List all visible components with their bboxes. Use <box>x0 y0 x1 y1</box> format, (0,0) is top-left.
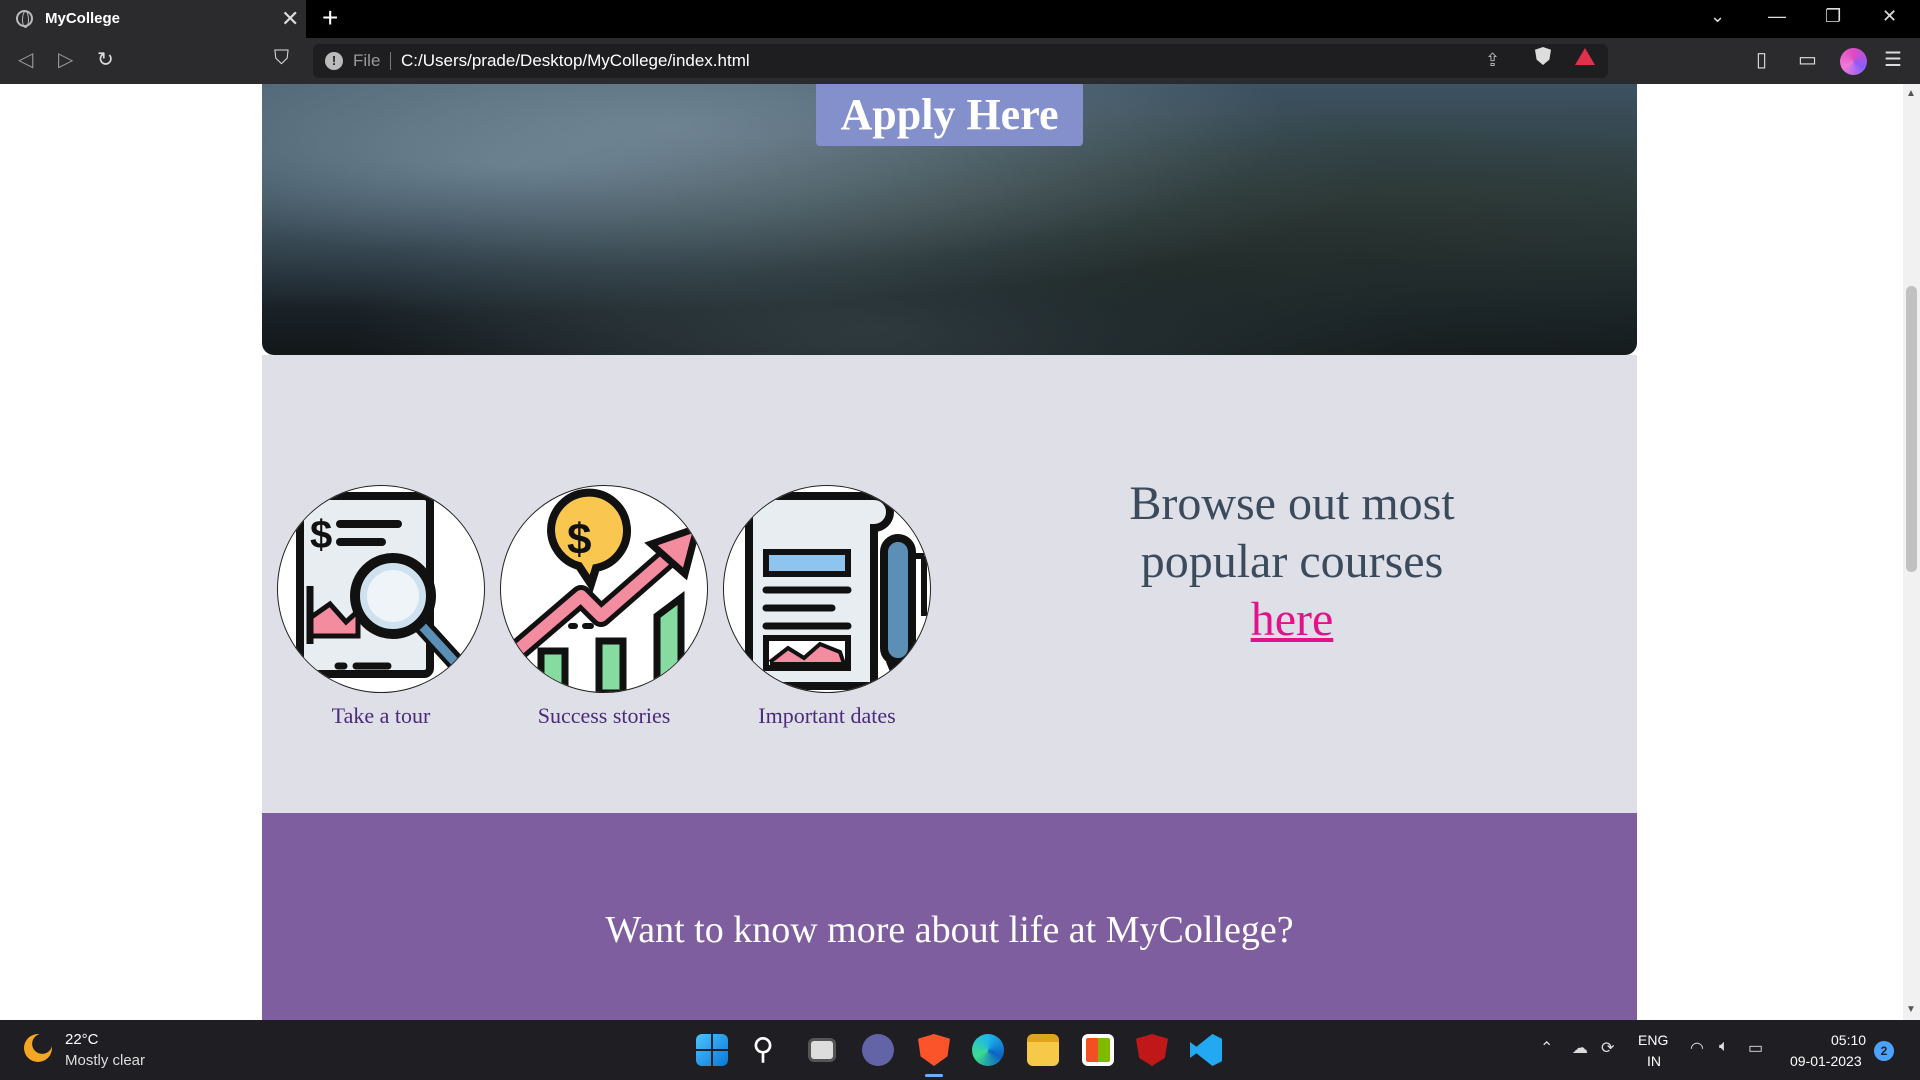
life-section: Want to know more about life at MyColleg… <box>262 813 1637 1020</box>
edge-icon[interactable] <box>972 1034 1004 1066</box>
feature-take-a-tour[interactable]: $ Take a tour <box>276 485 486 729</box>
features-section: $ Take a tour $ Success stories Importan… <box>262 355 1637 813</box>
courses-here-link[interactable]: here <box>1251 593 1334 646</box>
clock-date[interactable]: 09-01-2023 <box>1790 1053 1862 1069</box>
show-hidden-icons-chevron-icon[interactable]: ⌃ <box>1540 1038 1553 1058</box>
volume-icon[interactable]: 🔈︎ <box>1719 1038 1729 1056</box>
info-icon[interactable]: ! <box>325 52 343 70</box>
browse-line-2: popular courses <box>1140 535 1444 588</box>
profile-avatar[interactable] <box>1840 48 1867 75</box>
file-explorer-icon[interactable] <box>1027 1034 1059 1066</box>
tab-close-icon[interactable]: ✕ <box>281 6 299 32</box>
language-indicator-top[interactable]: ENG <box>1638 1032 1668 1048</box>
apply-here-button[interactable]: Apply Here <box>816 84 1083 146</box>
back-icon[interactable]: ◁ <box>18 47 33 72</box>
wallet-icon[interactable]: ▭ <box>1798 47 1817 72</box>
weather-condition[interactable]: Mostly clear <box>65 1052 145 1069</box>
scroll-down-icon[interactable]: ▼ <box>1906 1004 1916 1015</box>
start-windows-icon[interactable] <box>696 1034 728 1066</box>
sync-icon[interactable]: ⟳ <box>1601 1038 1614 1058</box>
reload-icon[interactable]: ↻ <box>97 47 114 72</box>
forward-icon[interactable]: ▷ <box>58 47 73 72</box>
tab-title: MyCollege <box>45 10 121 27</box>
tab-bar: MyCollege ✕ + ⌄ — ❐ ✕ <box>0 0 1920 38</box>
success-stories-label[interactable]: Success stories <box>499 703 709 729</box>
important-dates-label[interactable]: Important dates <box>722 703 932 729</box>
url-divider <box>390 52 391 70</box>
newspaper-pen-icon <box>745 492 927 691</box>
document-magnifier-icon: $ <box>296 492 477 685</box>
notification-badge[interactable]: 2 <box>1874 1041 1894 1061</box>
life-heading: Want to know more about life at MyColleg… <box>605 909 1294 951</box>
brave-active-indicator <box>925 1074 943 1077</box>
scroll-up-icon[interactable]: ▲ <box>1906 88 1916 99</box>
minimize-icon[interactable]: — <box>1768 6 1786 27</box>
sidebar-icon[interactable]: ▯ <box>1756 47 1767 72</box>
onedrive-error-icon[interactable]: ☁ <box>1572 1038 1588 1058</box>
scrollbar-thumb[interactable] <box>1906 286 1917 572</box>
battery-icon[interactable]: ▭ <box>1748 1038 1763 1058</box>
tab-search-chevron-icon[interactable]: ⌄ <box>1710 6 1725 27</box>
clock-time[interactable]: 05:10 <box>1831 1032 1866 1048</box>
svg-text:$: $ <box>310 513 332 557</box>
important-dates-circle[interactable] <box>723 485 931 693</box>
page-scrollbar[interactable]: ▲ ▼ <box>1903 84 1920 1020</box>
weather-temperature[interactable]: 22°C <box>65 1031 99 1048</box>
brave-rewards-icon[interactable] <box>1575 48 1595 65</box>
microsoft-store-icon[interactable] <box>1082 1034 1114 1066</box>
hero-banner: Apply Here <box>262 84 1637 355</box>
take-a-tour-label[interactable]: Take a tour <box>276 703 486 729</box>
browse-courses-text: Browse out most popular courses here <box>1062 475 1522 649</box>
task-view-icon[interactable] <box>808 1038 836 1062</box>
restore-icon[interactable]: ❐ <box>1825 6 1841 27</box>
tab-mycollege[interactable]: MyCollege ✕ <box>0 0 306 38</box>
browse-line-1: Browse out most <box>1129 477 1455 530</box>
new-tab-button[interactable]: + <box>322 2 338 34</box>
search-icon[interactable]: ⚲ <box>752 1032 774 1066</box>
windows-taskbar: 22°C Mostly clear ⚲ ⌃ ☁ ⟳ ENG IN ◠ 🔈︎ ▭ … <box>0 1020 1920 1080</box>
bookmark-icon[interactable]: ⛉ <box>274 47 289 70</box>
feature-success-stories[interactable]: $ Success stories <box>499 485 709 729</box>
page-viewport: Apply Here $ Take a tour $ Success stori… <box>0 84 1903 1020</box>
close-window-icon[interactable]: ✕ <box>1882 6 1897 27</box>
vscode-icon[interactable] <box>1190 1034 1222 1066</box>
address-bar[interactable]: ! File C:/Users/prade/Desktop/MyCollege/… <box>313 44 1608 78</box>
url-text[interactable]: C:/Users/prade/Desktop/MyCollege/index.h… <box>401 51 750 71</box>
mcafee-icon[interactable] <box>1136 1034 1168 1066</box>
share-icon[interactable]: ⇪ <box>1485 50 1500 71</box>
take-a-tour-circle[interactable]: $ <box>277 485 485 693</box>
success-stories-circle[interactable]: $ <box>500 485 708 693</box>
globe-icon <box>16 10 33 28</box>
navigation-bar: ◁ ▷ ↻ ⛉ ! File C:/Users/prade/Desktop/My… <box>0 38 1920 84</box>
page-container: Apply Here $ Take a tour $ Success stori… <box>262 84 1637 1020</box>
url-scheme: File <box>353 51 381 70</box>
chat-teams-icon[interactable] <box>862 1034 894 1066</box>
brave-browser-icon[interactable] <box>918 1034 950 1066</box>
growth-chart-dollar-icon: $ <box>503 488 703 692</box>
svg-text:$: $ <box>567 515 591 564</box>
menu-icon[interactable]: ☰ <box>1884 47 1902 72</box>
language-indicator-bottom[interactable]: IN <box>1647 1053 1661 1069</box>
feature-important-dates[interactable]: Important dates <box>722 485 932 729</box>
weather-moon-icon[interactable] <box>24 1034 52 1062</box>
wifi-icon[interactable]: ◠ <box>1690 1038 1704 1058</box>
